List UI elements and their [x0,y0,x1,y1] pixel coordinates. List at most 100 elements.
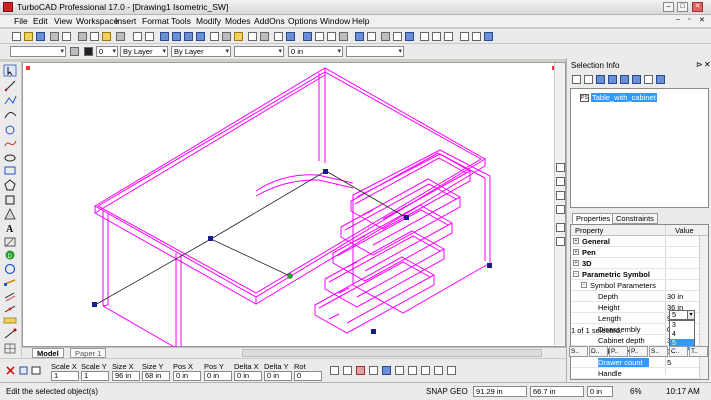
tree-item-table-with-cabinet[interactable]: PS Table_with_cabinet [580,93,657,103]
menu-file[interactable]: File [14,16,28,26]
minimize-button[interactable]: – [663,2,674,12]
property-value[interactable]: 30 in [667,292,683,301]
mode-6-icon[interactable] [395,366,404,375]
layer-combo[interactable] [10,46,66,57]
view-iso-icon[interactable] [303,32,312,41]
workplane-icon[interactable] [420,32,429,41]
eye-icon[interactable] [70,47,79,56]
panel-tool-6-icon[interactable] [632,75,641,84]
snap-indicator[interactable]: SNAP [426,387,448,396]
measure-tool-icon[interactable] [3,317,17,324]
doc-minimize-button[interactable]: – [676,16,680,23]
pan-side-icon[interactable] [556,191,565,200]
close-button[interactable]: ✕ [692,2,703,12]
property-row[interactable]: Drawer count 5 [571,357,699,368]
tab-properties[interactable]: Properties [572,213,615,224]
paste-icon[interactable] [102,32,111,41]
property-row[interactable]: - Symbol Parameters [571,280,699,291]
zoom-in-side-icon[interactable] [556,163,565,172]
property-row[interactable]: +3D [571,258,699,269]
collapse-icon[interactable]: - [573,271,579,277]
delete-icon[interactable] [116,32,125,41]
blank-page-icon[interactable] [460,32,469,41]
curve-tool-icon[interactable] [4,140,17,147]
mode-1-icon[interactable] [330,366,339,375]
finish-icon[interactable] [19,366,28,375]
dropdown-option-4[interactable]: 4 [670,330,694,339]
drawing-canvas[interactable] [22,62,567,348]
handle-top[interactable] [323,169,328,174]
size-y-field[interactable]: 68 in [142,371,170,381]
arc-tool-icon[interactable] [4,112,17,119]
thickness-combo[interactable]: 0 in [288,46,343,57]
shaded-icon[interactable] [355,32,364,41]
scale-x-field[interactable]: 1 [51,371,79,381]
mode-5-icon[interactable] [382,366,391,375]
brush-combo[interactable] [346,46,404,57]
zoom-in-icon[interactable] [172,32,181,41]
cut-icon[interactable] [78,32,87,41]
panel-bottom-tab[interactable]: T.. [689,346,708,357]
property-row[interactable]: - Parametric Symbol [571,269,699,280]
undo-icon[interactable] [133,32,142,41]
orbit-side-icon[interactable] [556,223,565,232]
panel-tool-1-icon[interactable] [572,75,581,84]
trim-tool-icon[interactable] [4,305,16,313]
design-director-icon[interactable] [234,32,243,41]
panel-bottom-tab[interactable]: S.. [569,346,588,357]
collapse-icon[interactable]: - [581,282,587,288]
mode-9-icon[interactable] [434,366,443,375]
pen-color-swatch[interactable] [84,47,93,56]
panel-bottom-tab[interactable]: D.. [589,346,608,357]
cone-tool-icon[interactable] [4,208,16,220]
view-top-icon[interactable] [315,32,324,41]
cancel-icon[interactable] [6,366,15,375]
dropdown-arrow-icon[interactable]: ▾ [687,310,695,320]
property-row[interactable]: Handle [571,368,699,379]
mode-10-icon[interactable] [447,366,456,375]
snap-tool-icon[interactable] [4,328,17,339]
expand-icon[interactable]: + [573,249,579,255]
zoom-out-icon[interactable] [184,32,193,41]
property-row[interactable]: Depth 30 in [571,291,699,302]
menu-modify[interactable]: Modify [196,16,221,26]
menu-modes[interactable]: Modes [225,16,251,26]
print-icon[interactable] [50,32,59,41]
circle-tool-icon[interactable] [5,125,15,135]
panel-tool-3-icon[interactable] [596,75,605,84]
light-icon[interactable] [405,32,414,41]
snap-icon[interactable] [274,32,283,41]
render-icon[interactable] [248,32,257,41]
offset-tool-icon[interactable] [4,292,16,302]
scale-y-field[interactable]: 1 [81,371,109,381]
workplane-by-face-icon[interactable] [432,32,441,41]
grid-scrollbar[interactable] [699,236,708,379]
view-front-icon[interactable] [286,32,295,41]
maximize-button[interactable]: □ [677,2,688,12]
coord-y-field[interactable]: 66.7 in [530,386,584,397]
panel-bottom-tab[interactable]: S.. [649,346,668,357]
coord-z-field[interactable]: 0 in [587,386,613,397]
geo-indicator[interactable]: GEO [450,387,468,396]
handle-left[interactable] [92,302,97,307]
selection-handles[interactable] [92,169,492,348]
tab-paper[interactable]: Paper 1 [70,348,107,358]
print-preview-icon[interactable] [62,32,71,41]
ellipse-tool-icon[interactable] [4,154,16,162]
menu-window[interactable]: Window [320,16,350,26]
modify-tool-icon[interactable] [4,279,16,286]
panel-close-icon[interactable]: ✕ [704,60,711,69]
box-tool-icon[interactable] [5,195,15,205]
menu-tools[interactable]: Tools [171,16,191,26]
redo-icon[interactable] [145,32,154,41]
tab-constraints[interactable]: Constraints [612,213,658,224]
walk-side-icon[interactable] [556,237,565,246]
pen-color-combo[interactable]: By Layer [120,46,168,57]
table-with-cabinet-drawing[interactable] [23,63,567,348]
redraw-icon[interactable] [210,32,219,41]
pen-width-combo[interactable]: 0 [96,46,118,57]
polyline-tool-icon[interactable] [4,95,17,105]
doc-close-button[interactable]: ✕ [699,16,705,24]
text-tool-icon[interactable]: A [6,224,14,235]
line-tool-icon[interactable] [4,80,16,92]
